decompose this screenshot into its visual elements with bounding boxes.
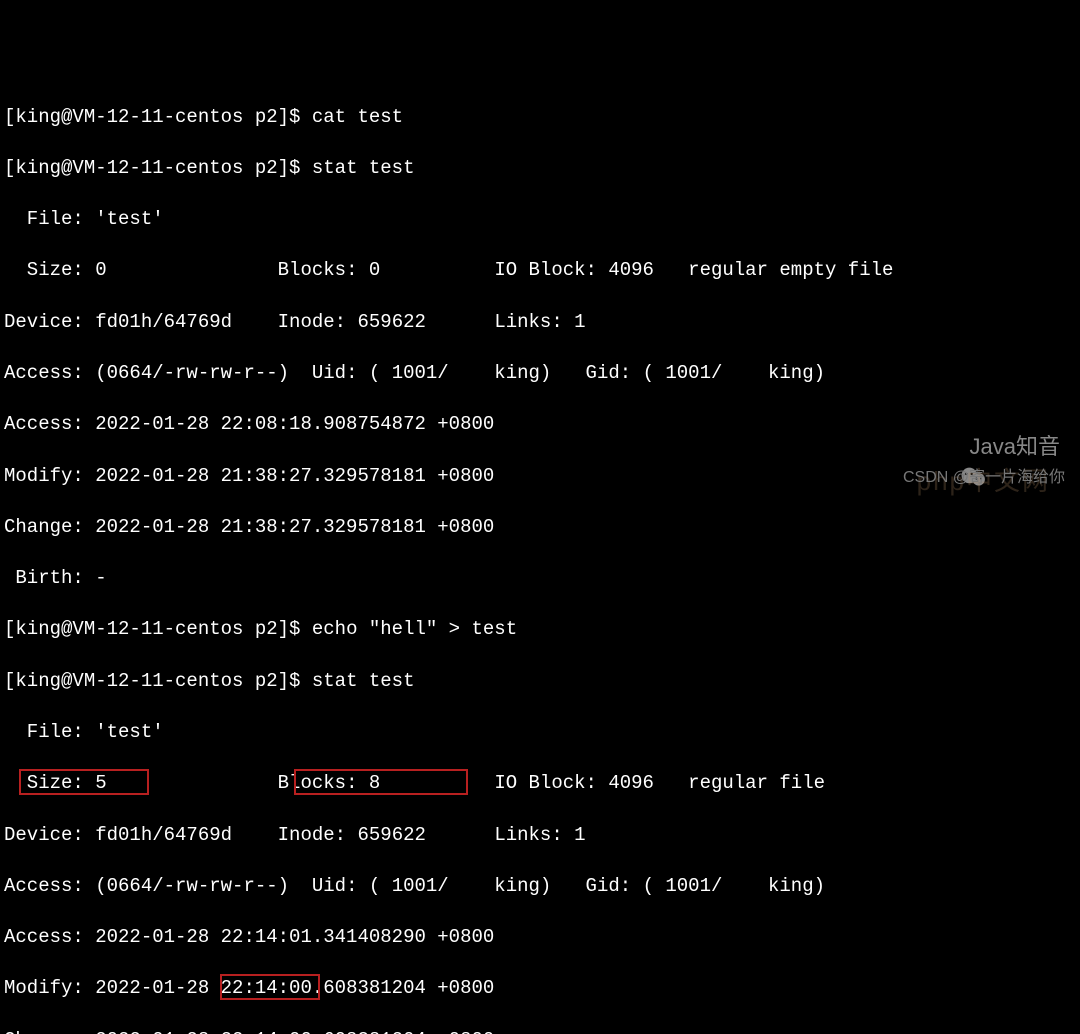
stat-device-label: Device: <box>4 824 95 846</box>
command-cat: cat test <box>312 106 403 128</box>
stat-links-label: Links: <box>494 311 574 333</box>
shell-prompt: [king@VM-12-11-centos p2]$ <box>4 618 312 640</box>
stat-modify-date: 2022-01-28 <box>95 977 220 999</box>
stat-access-perm-label: Access: <box>4 362 95 384</box>
stat-modify-rest: .608381204 +0800 <box>312 977 494 999</box>
stat-modify-label: Modify: <box>4 977 95 999</box>
stat-change-label: Change: <box>4 516 95 538</box>
command-stat-1: stat test <box>312 157 415 179</box>
command-echo: echo "hell" > test <box>312 618 517 640</box>
stat-filetype: regular empty file <box>688 259 893 281</box>
stat-blocks-label: Blocks: <box>278 259 369 281</box>
stat-access-perm-label: Access: <box>4 875 95 897</box>
stat-modify-value: 2022-01-28 21:38:27.329578181 +0800 <box>95 465 494 487</box>
stat-inode-label: Inode: <box>278 311 358 333</box>
stat-modify-label: Modify: <box>4 465 95 487</box>
stat-uid-value: ( 1001/ king) <box>369 875 551 897</box>
stat-file-value: 'test' <box>95 721 163 743</box>
stat-birth-label: Birth: <box>4 567 95 589</box>
stat-blocks-label: Blocks: <box>278 772 369 794</box>
stat-file-label: File: <box>4 721 95 743</box>
stat-access-time-value: 2022-01-28 22:14:01.341408290 +0800 <box>95 926 494 948</box>
wechat-icon <box>936 435 964 459</box>
stat-size-label: Size: <box>4 259 95 281</box>
stat-gid-value: ( 1001/ king) <box>643 875 825 897</box>
stat-file-value: 'test' <box>95 208 163 230</box>
stat-birth-value: - <box>95 567 106 589</box>
watermark-csdn: CSDN @寄一片海给你 <box>903 467 1065 489</box>
stat-size-value: 5 <box>95 772 106 794</box>
stat-device-value: fd01h/64769d <box>95 824 232 846</box>
stat-gid-label: Gid: <box>586 875 643 897</box>
stat-change-value: 2022-01-28 21:38:27.329578181 +0800 <box>95 516 494 538</box>
command-stat-2: stat test <box>312 670 415 692</box>
stat-change-label: Change: <box>4 1029 95 1034</box>
stat-access-time-label: Access: <box>4 413 95 435</box>
stat-device-value: fd01h/64769d <box>95 311 232 333</box>
stat-gid-label: Gid: <box>586 362 643 384</box>
stat-change-value: 2022-01-28 22:14:00.608381204 +0800 <box>95 1029 494 1034</box>
stat-blocks-value: 8 <box>369 772 380 794</box>
stat-access-time-label: Access: <box>4 926 95 948</box>
stat-file-label: File: <box>4 208 95 230</box>
stat-access-perm-value: (0664/-rw-rw-r--) <box>95 362 289 384</box>
watermark-java: Java知音 <box>936 432 1060 462</box>
stat-links-value: 1 <box>574 824 585 846</box>
stat-inode-label: Inode: <box>278 824 358 846</box>
stat-uid-label: Uid: <box>312 362 369 384</box>
shell-prompt: [king@VM-12-11-centos p2]$ <box>4 106 312 128</box>
stat-blocks-value: 0 <box>369 259 380 281</box>
stat-uid-value: ( 1001/ king) <box>369 362 551 384</box>
stat-links-label: Links: <box>494 824 574 846</box>
stat-inode-value: 659622 <box>357 311 425 333</box>
stat-uid-label: Uid: <box>312 875 369 897</box>
stat-filetype: regular file <box>688 772 825 794</box>
stat-size-label: Size: <box>4 772 95 794</box>
stat-size-value: 0 <box>95 259 106 281</box>
stat-modify-time-highlighted: 22:14:00 <box>221 977 312 999</box>
stat-ioblock-value: 4096 <box>608 772 654 794</box>
stat-inode-value: 659622 <box>357 824 425 846</box>
stat-ioblock-label: IO Block: <box>494 259 608 281</box>
stat-device-label: Device: <box>4 311 95 333</box>
stat-links-value: 1 <box>574 311 585 333</box>
shell-prompt: [king@VM-12-11-centos p2]$ <box>4 157 312 179</box>
watermark-java-text: Java知音 <box>970 432 1060 462</box>
shell-prompt: [king@VM-12-11-centos p2]$ <box>4 670 312 692</box>
stat-ioblock-label: IO Block: <box>494 772 608 794</box>
stat-gid-value: ( 1001/ king) <box>643 362 825 384</box>
stat-access-time-value: 2022-01-28 22:08:18.908754872 +0800 <box>95 413 494 435</box>
stat-access-perm-value: (0664/-rw-rw-r--) <box>95 875 289 897</box>
stat-ioblock-value: 4096 <box>608 259 654 281</box>
